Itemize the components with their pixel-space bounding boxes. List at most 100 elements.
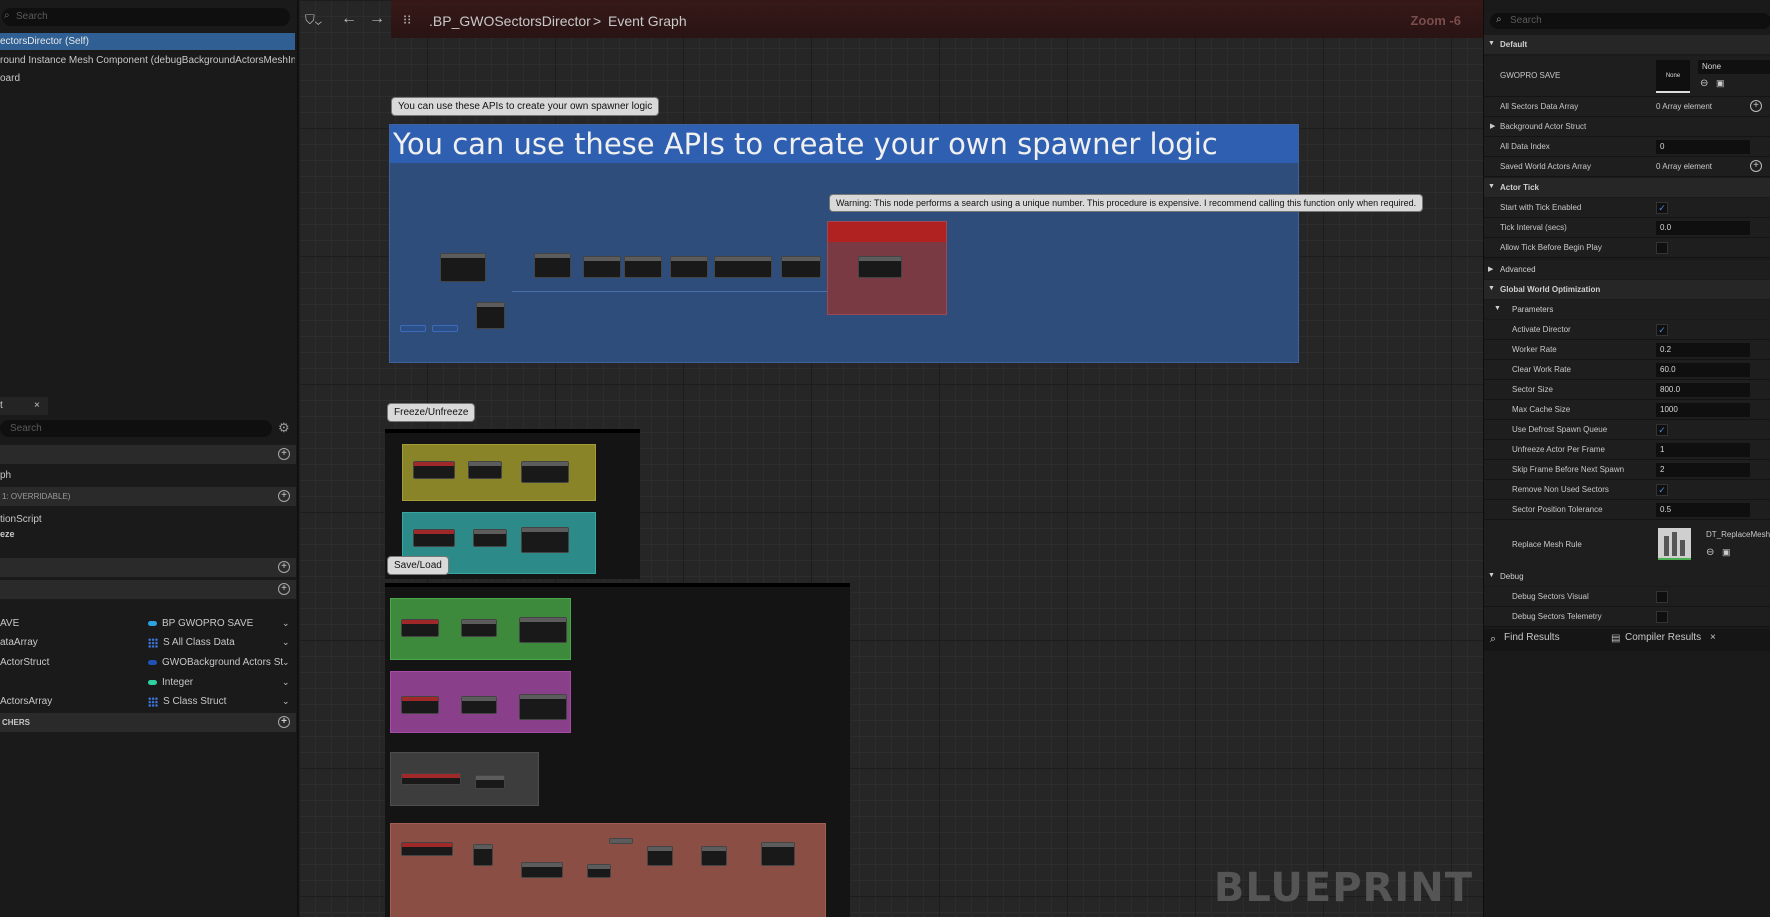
graph-node[interactable] — [401, 842, 453, 856]
variable-type[interactable]: S Class Struct — [148, 696, 226, 707]
chevron-down-icon[interactable]: ⌄ — [282, 696, 290, 707]
graph-node[interactable] — [583, 256, 621, 278]
component-item-board[interactable]: oard — [0, 70, 295, 87]
graph-node[interactable] — [468, 461, 502, 479]
warning-bubble[interactable]: Warning: This node performs a search usi… — [829, 194, 1424, 212]
graph-node[interactable] — [475, 775, 505, 789]
defrost-checkbox[interactable]: ✓ — [1656, 424, 1668, 436]
variable-name[interactable]: AVE — [0, 618, 19, 629]
sector-size-input[interactable]: 800.0 — [1656, 383, 1750, 397]
variable-name[interactable]: ActorsArray — [0, 696, 52, 707]
graph-node[interactable] — [587, 864, 611, 878]
unfreeze-input[interactable]: 1 — [1656, 443, 1750, 457]
load-magenta-group[interactable] — [390, 671, 571, 733]
graph-node[interactable] — [519, 694, 567, 720]
graph-node[interactable] — [413, 461, 455, 479]
variable-name[interactable]: ataArray — [0, 637, 38, 648]
add-element-icon[interactable]: + — [1750, 100, 1762, 112]
all-data-index-input[interactable]: 0 — [1656, 140, 1750, 154]
category-advanced[interactable]: ▶ Advanced — [1484, 260, 1770, 279]
add-icon[interactable]: + — [278, 448, 290, 460]
close-icon[interactable]: × — [1710, 632, 1716, 643]
add-icon[interactable]: + — [278, 716, 290, 728]
forward-arrow-icon[interactable]: → — [369, 10, 385, 28]
comment-bubble[interactable]: Save/Load — [387, 556, 449, 575]
graph-node[interactable] — [413, 529, 455, 547]
breadcrumb-event-graph[interactable]: Event Graph — [608, 13, 687, 29]
graph-node[interactable] — [761, 842, 795, 866]
breadcrumb-blueprint[interactable]: .BP_GWOSectorsDirector — [429, 13, 591, 29]
chevron-down-icon[interactable]: ⌄ — [282, 657, 290, 668]
skip-frame-input[interactable]: 2 — [1656, 463, 1750, 477]
clear-work-rate-input[interactable]: 60.0 — [1656, 363, 1750, 377]
section-macros[interactable]: + — [0, 558, 296, 577]
variable-type[interactable]: GWOBackground Actors St — [148, 657, 283, 668]
salmon-group[interactable] — [390, 823, 826, 917]
graph-node[interactable] — [647, 846, 673, 866]
graph-node[interactable] — [521, 527, 569, 553]
graph-editor[interactable]: ⛉⌄ ← → ⁝⁝ .BP_GWOSectorsDirector > Event… — [299, 0, 1483, 917]
activate-director-checkbox[interactable]: ✓ — [1656, 324, 1668, 336]
browse-icon[interactable]: ▣ — [1716, 78, 1725, 89]
category-gwo[interactable]: ▼ Global World Optimization — [1484, 280, 1770, 299]
save-green-group[interactable] — [390, 598, 571, 660]
close-icon[interactable]: × — [34, 400, 40, 411]
grey-group[interactable] — [390, 752, 539, 806]
tab-compiler-results[interactable]: Compiler Results — [1625, 632, 1701, 643]
graph-node[interactable] — [858, 256, 902, 278]
graph-node[interactable] — [401, 773, 461, 785]
graph-node[interactable] — [609, 838, 633, 844]
category-actor-tick[interactable]: ▼ Actor Tick — [1484, 178, 1770, 197]
replace-mesh-value[interactable]: DT_ReplaceMesh — [1706, 530, 1770, 539]
graph-node[interactable] — [521, 862, 563, 878]
variable-type[interactable]: S All Class Data — [148, 637, 235, 648]
worker-rate-input[interactable]: 0.2 — [1656, 343, 1750, 357]
graph-node[interactable] — [519, 617, 567, 643]
graph-node[interactable] — [714, 256, 772, 278]
variable-type[interactable]: Integer — [148, 677, 193, 688]
property-bg-actor[interactable]: ▶ Background Actor Struct — [1484, 117, 1770, 137]
data-table-thumbnail[interactable] — [1658, 528, 1691, 560]
variable-node[interactable] — [432, 325, 458, 332]
my-blueprint-tab[interactable]: t — [0, 397, 48, 415]
graph-node[interactable] — [624, 256, 662, 278]
graph-node[interactable] — [781, 256, 821, 278]
graph-node[interactable] — [534, 253, 571, 278]
freeze-yellow-group[interactable] — [402, 444, 596, 501]
allow-tick-checkbox[interactable] — [1656, 242, 1668, 254]
function-item-freeze[interactable]: eze — [0, 529, 15, 539]
variable-type[interactable]: BP GWOPRO SAVE — [148, 618, 253, 629]
variable-node[interactable] — [400, 325, 426, 332]
chevron-down-icon[interactable]: ⌄ — [282, 618, 290, 629]
browse-icon[interactable]: ▣ — [1722, 547, 1731, 558]
section-functions[interactable]: 1: OVERRIDABLE) + — [0, 487, 296, 506]
debug-telemetry-checkbox[interactable] — [1656, 611, 1668, 623]
tab-find-results[interactable]: Find Results — [1504, 632, 1560, 643]
add-icon[interactable]: + — [278, 490, 290, 502]
max-cache-input[interactable]: 1000 — [1656, 403, 1750, 417]
my-blueprint-search-input[interactable]: Search — [0, 420, 272, 437]
comment-box-save-load[interactable] — [385, 583, 850, 917]
graph-node[interactable] — [473, 844, 493, 866]
use-selected-icon[interactable]: ⊖ — [1700, 78, 1708, 89]
comment-box-spawner-apis[interactable]: You can use these APIs to create your ow… — [389, 124, 1299, 363]
asset-thumbnail[interactable]: None — [1656, 60, 1690, 93]
graph-node[interactable] — [461, 696, 497, 714]
bookmark-icon[interactable]: ⛉⌄ — [305, 12, 322, 28]
warning-comment-box[interactable] — [827, 221, 947, 315]
tick-interval-input[interactable]: 0.0 — [1656, 221, 1750, 235]
component-item-self[interactable]: ectorsDirector (Self) — [0, 33, 295, 50]
graph-node[interactable] — [476, 302, 505, 329]
expand-arrow-icon[interactable]: ▶ — [1490, 122, 1495, 130]
function-item-construction-script[interactable]: tionScript — [0, 514, 42, 525]
comment-bubble[interactable]: Freeze/Unfreeze — [387, 403, 476, 422]
graph-node[interactable] — [670, 256, 708, 278]
debug-visual-checkbox[interactable] — [1656, 591, 1668, 603]
graph-node[interactable] — [461, 619, 497, 637]
remove-unused-checkbox[interactable]: ✓ — [1656, 484, 1668, 496]
components-search-input[interactable]: ⌕ Search — [2, 8, 290, 26]
chevron-down-icon[interactable]: ⌄ — [282, 677, 290, 688]
asset-picker[interactable]: None — [1698, 60, 1770, 74]
category-parameters[interactable]: ▼ Parameters — [1484, 300, 1770, 319]
graph-node[interactable] — [401, 696, 439, 714]
